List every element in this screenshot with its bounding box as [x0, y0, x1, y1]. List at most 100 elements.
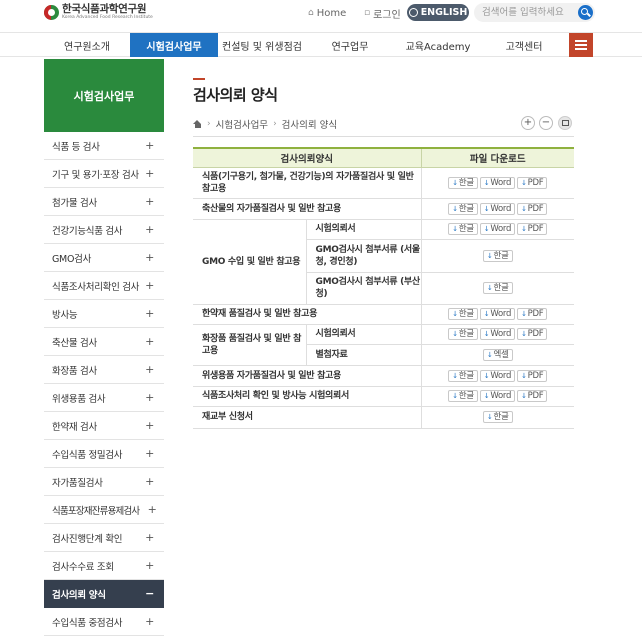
sidebar-item-health-food[interactable]: 건강기능식품 검사 +	[44, 216, 164, 244]
sidebar-item-import-focus[interactable]: 수입식품 중점검사 +	[44, 608, 164, 636]
download-hwp-button[interactable]: 한글	[448, 202, 478, 215]
download-pdf-button[interactable]: PDF	[517, 328, 548, 340]
english-label: ENGLISH	[420, 7, 468, 18]
zoom-out-button[interactable]: −	[539, 116, 553, 130]
english-button[interactable]: ENGLISH	[407, 4, 469, 21]
search-input[interactable]	[474, 4, 574, 21]
globe-icon	[408, 8, 418, 17]
table-row: 식품(기구용기, 첨가물, 건강기능)의 자가품질검사 및 일반 참고용 한글W…	[193, 167, 575, 199]
download-hwp-button[interactable]: 한글	[482, 411, 513, 423]
sidebar-title: 시험검사업무	[44, 59, 164, 132]
sidebar-item-livestock[interactable]: 축산물 검사 +	[44, 328, 164, 356]
download-hwp-button[interactable]: 한글	[448, 390, 478, 402]
sidebar-item-radioactivity[interactable]: 방사능 +	[44, 300, 164, 328]
sidebar-item-import-precision[interactable]: 수입식품 정밀검사 +	[44, 440, 164, 468]
plus-icon: +	[145, 335, 154, 348]
breadcrumb-item[interactable]: 시험검사업무	[216, 117, 268, 131]
download-pdf-button[interactable]: PDF	[517, 390, 548, 402]
plus-icon: +	[145, 363, 154, 376]
form-name: 위생용품 자가품질검사 및 일반 참고용	[193, 365, 422, 387]
gnb-item-academy[interactable]: 교육Academy	[394, 33, 482, 57]
download-pdf-button[interactable]: PDF	[517, 202, 548, 215]
search-icon[interactable]	[578, 5, 593, 20]
hamburger-icon	[575, 40, 587, 42]
menu-button[interactable]	[569, 33, 593, 57]
sidebar-item-fee-lookup[interactable]: 검사수수료 조회 +	[44, 552, 164, 580]
sidebar-item-herbal[interactable]: 한약재 검사 +	[44, 412, 164, 440]
sidebar-item-request-forms[interactable]: 검사의뢰 양식 −	[44, 580, 164, 608]
sidebar-item-gmo[interactable]: GMO검사 +	[44, 244, 164, 272]
gnb-item-testing[interactable]: 시험검사업무	[130, 33, 218, 57]
zoom-in-button[interactable]: +	[521, 116, 535, 130]
sidebar-item-hygiene[interactable]: 위생용품 검사 +	[44, 384, 164, 412]
form-name: 한약재 품질검사 및 일반 참고용	[193, 304, 422, 325]
gnb-item-customer[interactable]: 고객센터	[482, 33, 566, 57]
table-row: 식품조사처리 확인 및 방사능 시험의뢰서 한글WordPDF	[193, 386, 575, 407]
sidebar-item-irradiation[interactable]: 식품조사처리확인 검사 +	[44, 272, 164, 300]
download-word-button[interactable]: Word	[479, 223, 516, 235]
download-word-button[interactable]: Word	[479, 176, 516, 189]
top-bar: 한국식품과학연구원 Korea Advanced Food Research I…	[0, 0, 642, 30]
table-row: 위생용품 자가품질검사 및 일반 참고용 한글WordPDF	[193, 365, 575, 387]
table-row: 화장품 품질검사 및 일반 참고용 시험의뢰서 한글WordPDF	[193, 324, 575, 366]
sidebar-item-additives[interactable]: 첨가물 검사 +	[44, 188, 164, 216]
plus-icon: +	[145, 167, 154, 180]
print-button[interactable]	[558, 116, 572, 130]
gnb-item-consulting[interactable]: 컨설팅 및 위생점검	[218, 33, 306, 57]
download-pdf-button[interactable]: PDF	[517, 369, 548, 382]
sidebar-item-packaging-solvent[interactable]: 식품포장재잔류용제검사 +	[44, 496, 164, 524]
table-row: 축산물의 자가품질검사 및 일반 참고용 한글WordPDF	[193, 198, 575, 220]
download-cell: 한글WordPDF	[420, 304, 575, 325]
plus-icon: +	[145, 419, 154, 432]
download-cell: 한글WordPDF	[420, 386, 575, 407]
breadcrumb-current: 검사의뢰 양식	[281, 120, 338, 131]
sidebar-item-containers[interactable]: 기구 및 용기·포장 검사 +	[44, 160, 164, 188]
download-pdf-button[interactable]: PDF	[517, 176, 548, 189]
site-logo[interactable]: 한국식품과학연구원 Korea Advanced Food Research I…	[44, 4, 153, 20]
plus-icon: +	[145, 139, 154, 152]
sidebar-item-cosmetics[interactable]: 화장품 검사 +	[44, 356, 164, 384]
home-link[interactable]: ⌂ Home	[308, 5, 346, 21]
download-word-button[interactable]: Word	[479, 308, 516, 320]
column-header-download: 파일 다운로드	[420, 147, 575, 168]
sidebar-item-progress-check[interactable]: 검사진행단계 확인 +	[44, 524, 164, 552]
download-word-button[interactable]: Word	[479, 328, 516, 340]
chevron-right-icon: ›	[273, 119, 277, 129]
download-hwp-button[interactable]: 한글	[448, 176, 478, 189]
download-word-button[interactable]: Word	[479, 202, 516, 215]
download-word-button[interactable]: Word	[479, 390, 516, 402]
plus-icon: +	[145, 279, 154, 292]
search-box	[474, 3, 595, 22]
download-hwp-button[interactable]: 한글	[482, 282, 513, 294]
download-pdf-button[interactable]: PDF	[517, 308, 548, 320]
download-excel-button[interactable]: 엑셀	[482, 348, 513, 361]
plus-icon: +	[145, 531, 154, 544]
plus-icon: +	[145, 475, 154, 488]
minus-icon: −	[145, 587, 154, 600]
table-row: 한약재 품질검사 및 일반 참고용 한글WordPDF	[193, 304, 575, 325]
download-hwp-button[interactable]: 한글	[448, 308, 478, 320]
sidebar-item-food[interactable]: 식품 등 검사 +	[44, 132, 164, 160]
download-hwp-button[interactable]: 한글	[448, 369, 478, 382]
chevron-right-icon: ›	[207, 119, 211, 129]
global-nav: 연구원소개 시험검사업무 컨설팅 및 위생점검 연구업무 교육Academy 고…	[0, 32, 642, 57]
download-pdf-button[interactable]: PDF	[517, 223, 548, 235]
login-link[interactable]: ▫ 로그인	[364, 5, 401, 21]
form-subname: 별첨자료	[305, 344, 422, 366]
gnb-item-about[interactable]: 연구원소개	[44, 33, 130, 57]
sidebar-item-self-quality[interactable]: 자가품질검사 +	[44, 468, 164, 496]
form-name: 식품조사처리 확인 및 방사능 시험의뢰서	[193, 386, 422, 407]
form-name: 식품(기구용기, 첨가물, 건강기능)의 자가품질검사 및 일반 참고용	[193, 167, 422, 199]
plus-icon: +	[145, 559, 154, 572]
download-cell: 한글WordPDF	[420, 365, 575, 387]
page-title: 검사의뢰 양식	[193, 86, 278, 104]
gnb-item-research[interactable]: 연구업무	[306, 33, 394, 57]
table-row: 재교부 신청서 한글	[193, 406, 575, 429]
table-row: GMO 수입 및 일반 참고용 시험의뢰서 한글WordPDF	[193, 219, 575, 305]
home-icon[interactable]	[193, 119, 202, 129]
download-hwp-button[interactable]: 한글	[448, 328, 478, 340]
download-hwp-button[interactable]: 한글	[482, 249, 513, 262]
download-hwp-button[interactable]: 한글	[448, 223, 478, 235]
download-word-button[interactable]: Word	[479, 369, 516, 382]
plus-icon: +	[147, 503, 157, 516]
